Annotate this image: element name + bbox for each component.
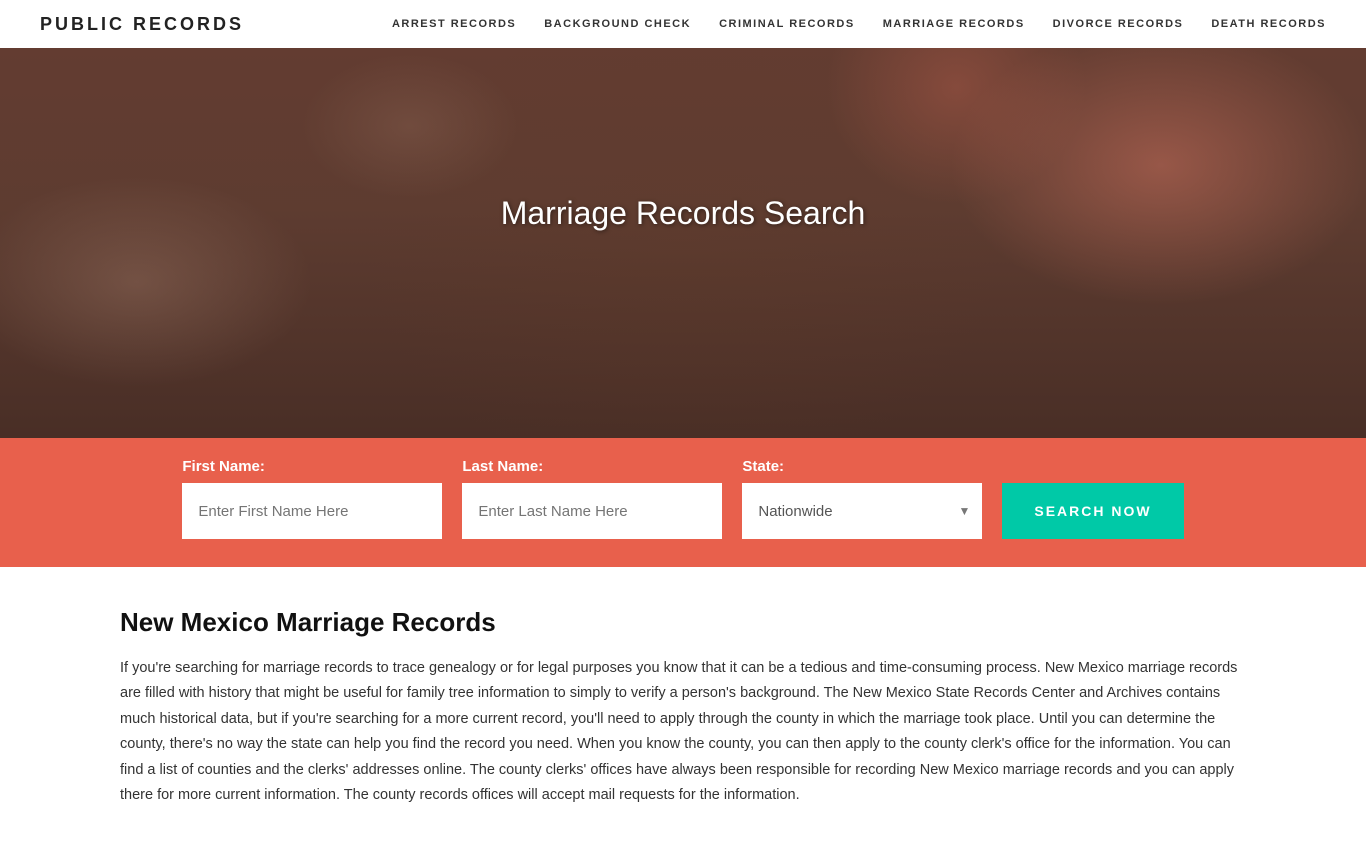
main-nav: ARREST RECORDS BACKGROUND CHECK CRIMINAL… (392, 18, 1326, 30)
nav-death-records[interactable]: DEATH RECORDS (1211, 18, 1326, 30)
nav-marriage-records[interactable]: MARRIAGE RECORDS (883, 18, 1025, 30)
first-name-input[interactable] (182, 483, 442, 539)
last-name-label: Last Name: (462, 458, 722, 475)
site-logo: PUBLIC RECORDS (40, 14, 244, 35)
nav-background-check[interactable]: BACKGROUND CHECK (544, 18, 691, 30)
state-select[interactable]: NationwideAlabamaAlaskaArizonaArkansasCa… (742, 483, 982, 539)
site-header: PUBLIC RECORDS ARREST RECORDS BACKGROUND… (0, 0, 1366, 48)
last-name-input[interactable] (462, 483, 722, 539)
content-body: If you're searching for marriage records… (120, 656, 1246, 808)
search-now-button[interactable]: SEARCH NOW (1002, 483, 1183, 539)
last-name-field: Last Name: (462, 458, 722, 539)
content-heading: New Mexico Marriage Records (120, 607, 1246, 638)
content-section: New Mexico Marriage Records If you're se… (0, 567, 1366, 868)
hero-background (0, 48, 1366, 438)
hero-title: Marriage Records Search (501, 195, 866, 232)
search-section: First Name: Last Name: State: Nationwide… (0, 438, 1366, 567)
state-field: State: NationwideAlabamaAlaskaArizonaArk… (742, 458, 982, 539)
nav-arrest-records[interactable]: ARREST RECORDS (392, 18, 516, 30)
first-name-field: First Name: (182, 458, 442, 539)
nav-divorce-records[interactable]: DIVORCE RECORDS (1053, 18, 1184, 30)
hero-section: Marriage Records Search (0, 48, 1366, 438)
state-label: State: (742, 458, 982, 475)
first-name-label: First Name: (182, 458, 442, 475)
nav-criminal-records[interactable]: CRIMINAL RECORDS (719, 18, 855, 30)
state-select-wrapper: NationwideAlabamaAlaskaArizonaArkansasCa… (742, 483, 982, 539)
